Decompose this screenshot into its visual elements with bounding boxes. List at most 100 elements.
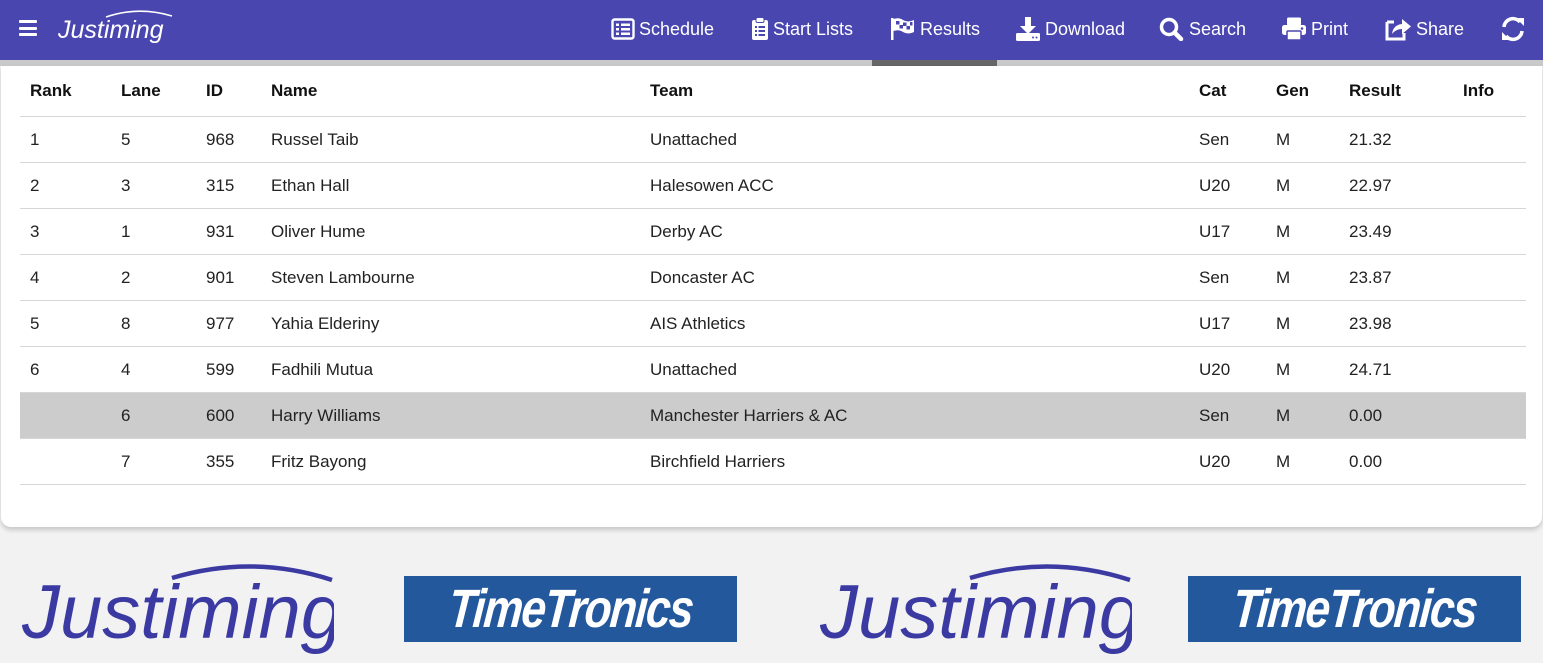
cell-id: 599 [196, 346, 261, 393]
nav-results[interactable]: Results [890, 14, 980, 44]
footer-justiming-text: Justiming [22, 570, 334, 655]
cell-team: Unattached [640, 116, 1189, 163]
header-cat: Cat [1189, 66, 1266, 117]
cell-team: Derby AC [640, 208, 1189, 255]
footer-timetronics-text-2: TimeTronics [1230, 579, 1479, 639]
footer-justiming-text-2: Justiming [820, 570, 1132, 655]
nav-search[interactable]: Search [1159, 14, 1246, 44]
nav-start-lists-label: Start Lists [773, 18, 854, 39]
cell-lane: 8 [111, 300, 196, 347]
cell-id: 355 [196, 438, 261, 485]
cell-info [1453, 208, 1526, 255]
cell-id: 600 [196, 392, 261, 439]
cell-info [1453, 392, 1526, 439]
cell-gen: M [1266, 346, 1339, 393]
cell-team: Birchfield Harriers [640, 438, 1189, 485]
cell-info [1453, 254, 1526, 301]
cell-gen: M [1266, 254, 1339, 301]
print-icon [1282, 17, 1306, 41]
cell-team: Unattached [640, 346, 1189, 393]
table-row[interactable]: 6 600 Harry Williams Manchester Harriers & … [20, 392, 1526, 439]
table-row[interactable]: 7 355 Fritz Bayong Birchfield Harriers U20 M 0… [20, 438, 1526, 485]
cell-team: Halesowen ACC [640, 162, 1189, 209]
table-row[interactable]: 5 8 977 Yahia Elderiny AIS Athletics U17 M 23.9… [20, 300, 1526, 347]
footer-logo-justiming: Justiming [22, 564, 334, 655]
cell-result: 23.49 [1339, 208, 1453, 255]
cell-gen: M [1266, 162, 1339, 209]
cell-lane: 1 [111, 208, 196, 255]
top-navbar: Justiming Schedule Start Lists Results D… [0, 0, 1543, 60]
results-table: Rank Lane ID Name Team Cat Gen Result In… [20, 66, 1526, 485]
nav-print[interactable]: Print [1281, 14, 1348, 44]
cell-gen: M [1266, 116, 1339, 163]
cell-info [1453, 162, 1526, 209]
cell-result: 23.98 [1339, 300, 1453, 347]
nav-start-lists[interactable]: Start Lists [751, 14, 853, 44]
cell-info [1453, 438, 1526, 485]
cell-cat: U20 [1189, 162, 1266, 209]
cell-lane: 7 [111, 438, 196, 485]
results-card: Rank Lane ID Name Team Cat Gen Result In… [1, 66, 1542, 527]
clipboard-icon [752, 17, 768, 40]
cell-gen: M [1266, 300, 1339, 347]
hamburger-icon[interactable] [19, 20, 37, 36]
cell-cat: Sen [1189, 116, 1266, 163]
cell-rank [20, 392, 111, 439]
cell-result: 0.00 [1339, 438, 1453, 485]
header-id: ID [196, 66, 261, 117]
nav-print-label: Print [1311, 18, 1349, 39]
cell-cat: U20 [1189, 438, 1266, 485]
refresh-button[interactable] [1500, 14, 1530, 44]
header-lane: Lane [111, 66, 196, 117]
table-row[interactable]: 6 4 599 Fadhili Mutua Unattached U20 M 24.71 [20, 346, 1526, 393]
cell-lane: 4 [111, 346, 196, 393]
cell-info [1453, 346, 1526, 393]
checkered-flag-icon [891, 18, 914, 40]
footer-logo-justiming-2: Justiming [820, 564, 1132, 655]
download-icon [1016, 17, 1040, 41]
nav-results-label: Results [920, 18, 981, 39]
cell-id: 901 [196, 254, 261, 301]
cell-gen: M [1266, 438, 1339, 485]
cell-name: Yahia Elderiny [261, 300, 640, 347]
table-row[interactable]: 4 2 901 Steven Lambourne Doncaster AC Sen M 23.… [20, 254, 1526, 301]
cell-result: 0.00 [1339, 392, 1453, 439]
nav-schedule[interactable]: Schedule [611, 14, 714, 44]
cell-id: 968 [196, 116, 261, 163]
cell-gen: M [1266, 208, 1339, 255]
cell-result: 23.87 [1339, 254, 1453, 301]
brand-name: Justiming [58, 16, 164, 44]
header-result: Result [1339, 66, 1453, 117]
table-row[interactable]: 3 1 931 Oliver Hume Derby AC U17 M 23.49 [20, 208, 1526, 255]
cell-info [1453, 300, 1526, 347]
nav-download[interactable]: Download [1015, 14, 1125, 44]
cell-result: 24.71 [1339, 346, 1453, 393]
header-team: Team [640, 66, 1189, 117]
header-name: Name [261, 66, 640, 117]
cell-lane: 5 [111, 116, 196, 163]
cell-name: Ethan Hall [261, 162, 640, 209]
cell-result: 22.97 [1339, 162, 1453, 209]
cell-lane: 2 [111, 254, 196, 301]
nav-share[interactable]: Share [1384, 14, 1464, 44]
refresh-icon [1502, 16, 1524, 42]
table-row[interactable]: 1 5 968 Russel Taib Unattached Sen M 21.32 [20, 116, 1526, 163]
cell-name: Steven Lambourne [261, 254, 640, 301]
table-row[interactable]: 2 3 315 Ethan Hall Halesowen ACC U20 M 22.97 [20, 162, 1526, 209]
cell-id: 315 [196, 162, 261, 209]
cell-team: AIS Athletics [640, 300, 1189, 347]
cell-rank: 1 [20, 116, 111, 163]
justiming-logo[interactable]: Justiming [58, 8, 178, 48]
cell-cat: Sen [1189, 392, 1266, 439]
list-icon [611, 18, 635, 40]
cell-id: 977 [196, 300, 261, 347]
cell-lane: 6 [111, 392, 196, 439]
nav-schedule-label: Schedule [639, 18, 715, 39]
share-icon [1385, 19, 1411, 41]
search-icon [1159, 17, 1184, 41]
cell-rank: 5 [20, 300, 111, 347]
nav-search-label: Search [1189, 18, 1247, 39]
cell-name: Harry Williams [261, 392, 640, 439]
cell-id: 931 [196, 208, 261, 255]
cell-team: Manchester Harriers & AC [640, 392, 1189, 439]
